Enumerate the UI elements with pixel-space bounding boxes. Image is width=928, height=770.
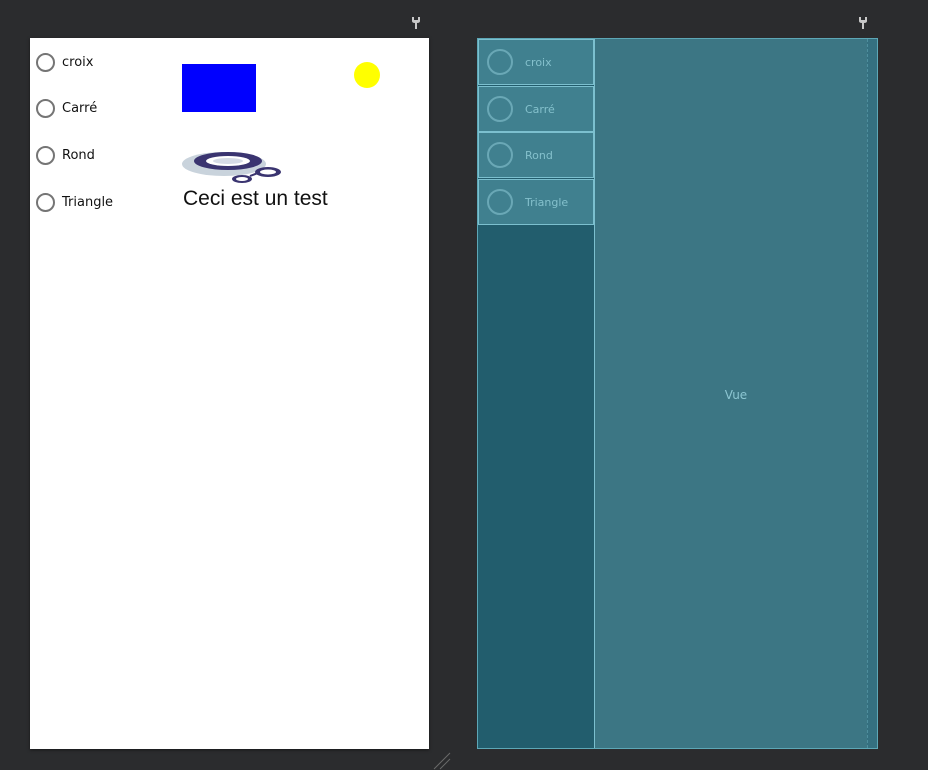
rings-logo-icon (182, 152, 281, 183)
blueprint-radio-label: croix (525, 55, 552, 69)
radio-circle-icon[interactable] (36, 52, 55, 72)
radio-label: Rond (62, 147, 95, 163)
radio-circle-icon (487, 96, 513, 122)
blueprint-vue-label: Vue (724, 388, 748, 402)
blueprint-radio-label: Carré (525, 102, 555, 116)
yellow-circle (354, 62, 380, 88)
radio-circle-icon (487, 189, 513, 215)
radio-label: croix (62, 54, 94, 70)
wrench-icon[interactable] (858, 16, 868, 30)
radio-carre[interactable]: Carré (36, 96, 97, 120)
wrench-icon[interactable] (411, 16, 421, 30)
layout-editor-canvas: croix Carré Rond Triangle Ceci est un te… (0, 0, 928, 770)
radio-label: Triangle (62, 194, 114, 210)
radio-rond[interactable]: Rond (36, 143, 95, 167)
radio-circle-icon (487, 142, 513, 168)
resize-handle-icon[interactable] (432, 752, 452, 770)
blueprint-radio-triangle[interactable]: Triangle (478, 179, 594, 225)
blueprint-radio-rond[interactable]: Rond (478, 132, 594, 178)
blueprint-radio-label: Triangle (525, 195, 569, 209)
radio-label: Carré (62, 100, 98, 116)
blueprint-radio-group[interactable]: croix Carré Rond Triangle (478, 39, 594, 748)
blueprint-vue[interactable]: Vue (594, 39, 877, 748)
blueprint-radio-carre[interactable]: Carré (478, 86, 594, 132)
blue-rectangle (182, 64, 256, 112)
blueprint-radio-croix[interactable]: croix (478, 39, 594, 85)
radio-circle-icon[interactable] (36, 98, 55, 118)
radio-triangle[interactable]: Triangle (36, 190, 113, 214)
radio-circle-icon[interactable] (36, 192, 55, 212)
blueprint-preview[interactable]: croix Carré Rond Triangle Vue (477, 38, 878, 749)
blueprint-radio-label: Rond (525, 148, 553, 162)
radio-croix[interactable]: croix (36, 50, 93, 74)
test-text: Ceci est un test (183, 187, 328, 210)
radio-circle-icon (487, 49, 513, 75)
radio-circle-icon[interactable] (36, 145, 55, 165)
design-preview[interactable]: croix Carré Rond Triangle Ceci est un te… (30, 38, 429, 749)
